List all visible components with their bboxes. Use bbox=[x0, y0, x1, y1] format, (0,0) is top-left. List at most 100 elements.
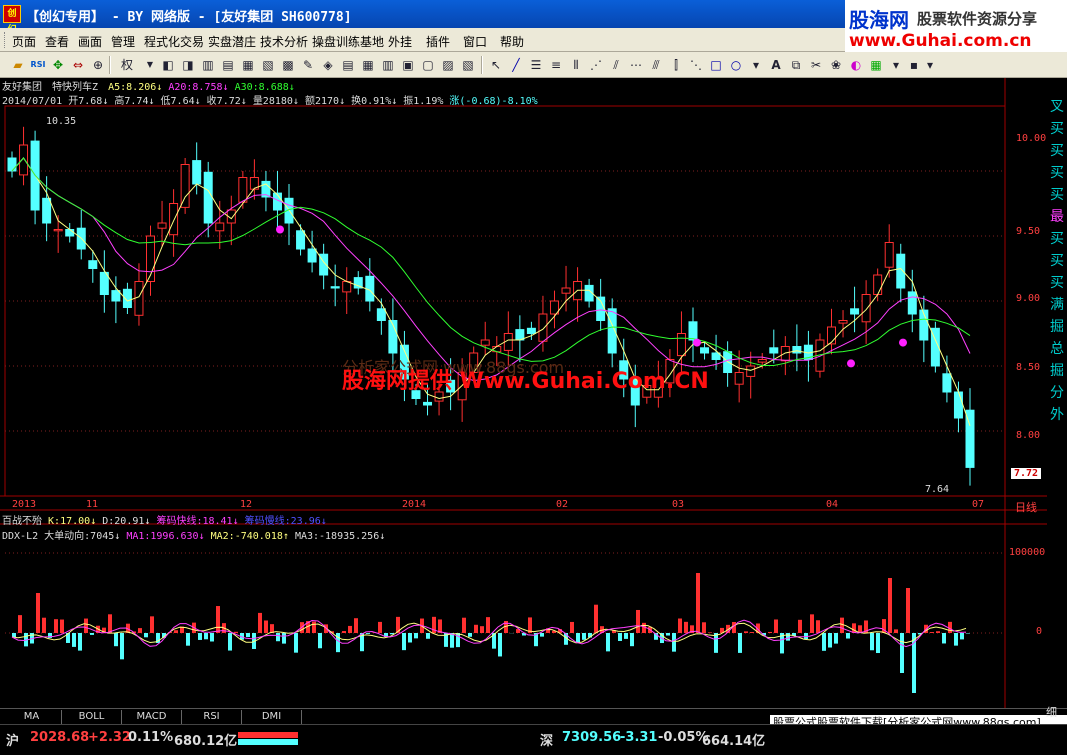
tab-macd[interactable]: MACD bbox=[122, 710, 182, 724]
menu-item-page[interactable]: 页面 bbox=[12, 33, 36, 50]
chevron-down-icon[interactable]: ▼ bbox=[140, 55, 160, 75]
cycle-icon[interactable]: ⫿ bbox=[666, 55, 686, 75]
brand-url[interactable]: www.Guhai.com.cn bbox=[849, 31, 1032, 51]
prev-icon[interactable]: ◧ bbox=[158, 55, 178, 75]
rect-icon[interactable]: □ bbox=[706, 55, 726, 75]
text-icon[interactable]: A bbox=[766, 55, 786, 75]
menu-item-help[interactable]: 帮助 bbox=[500, 33, 524, 50]
candle-body bbox=[192, 160, 202, 185]
candle-body bbox=[88, 260, 98, 269]
fib-icon[interactable]: ☰ bbox=[526, 55, 546, 75]
x-label: 07 bbox=[972, 499, 985, 510]
chart-icon[interactable]: ✎ bbox=[298, 55, 318, 75]
ddx-bar bbox=[498, 633, 502, 657]
quote-change: 涨(-0.68)-8.10% bbox=[449, 96, 538, 107]
menu-item-canvas[interactable]: 画面 bbox=[78, 33, 102, 50]
color-grid-icon[interactable]: ▦ bbox=[866, 55, 886, 75]
tab-ma[interactable]: MA bbox=[2, 710, 62, 724]
color-icon[interactable]: ◐ bbox=[846, 55, 866, 75]
picture-icon[interactable]: ▧ bbox=[458, 55, 478, 75]
menu-item-program-trading[interactable]: 程式化交易 bbox=[144, 33, 204, 50]
ddx-bar bbox=[42, 617, 46, 633]
layout1-icon[interactable]: ▥ bbox=[198, 55, 218, 75]
candle-body bbox=[746, 365, 756, 377]
menu-item-view[interactable]: 查看 bbox=[45, 33, 69, 50]
ddx-bar bbox=[576, 633, 580, 643]
next-icon[interactable]: ◨ bbox=[178, 55, 198, 75]
ddx-bar bbox=[828, 633, 832, 648]
y-tick: 8.50 bbox=[1016, 362, 1041, 373]
ddx-bar bbox=[378, 621, 382, 633]
channel-icon[interactable]: ⫽ bbox=[606, 55, 626, 75]
tab-boll[interactable]: BOLL bbox=[62, 710, 122, 724]
tile-icon[interactable]: ▢ bbox=[418, 55, 438, 75]
magic-icon[interactable]: ✂ bbox=[806, 55, 826, 75]
window-icon[interactable]: ▣ bbox=[398, 55, 418, 75]
layout4-icon[interactable]: ▧ bbox=[258, 55, 278, 75]
ddx-bar bbox=[606, 633, 610, 652]
watermark: 股海网提供 Www.Guhai.Com.CN bbox=[342, 369, 709, 394]
chevron-down-icon[interactable]: ▾ bbox=[886, 55, 906, 75]
sub1-name: 百战不殆 bbox=[2, 516, 42, 527]
candle-body bbox=[111, 290, 121, 302]
ddx-bar bbox=[354, 618, 358, 633]
grid-icon[interactable]: ▦ bbox=[358, 55, 378, 75]
menu-item-manage[interactable]: 管理 bbox=[111, 33, 135, 50]
ddx-bar bbox=[570, 621, 574, 633]
ddx-bar bbox=[702, 622, 706, 633]
cursor-icon[interactable]: ↖ bbox=[486, 55, 506, 75]
ddx-bar bbox=[18, 615, 22, 633]
trend-icon[interactable]: ⫻ bbox=[646, 55, 666, 75]
parallel-icon[interactable]: ⋯ bbox=[626, 55, 646, 75]
speed-icon[interactable]: ⋱ bbox=[686, 55, 706, 75]
ma20-line bbox=[11, 157, 971, 382]
list-icon[interactable]: ▥ bbox=[378, 55, 398, 75]
chevron-down-icon[interactable]: ▾ bbox=[746, 55, 766, 75]
folder-icon[interactable]: ▰ bbox=[8, 55, 28, 75]
copy-icon[interactable]: ⧉ bbox=[786, 55, 806, 75]
menu-item-plugin-ext[interactable]: 外挂 bbox=[388, 33, 412, 50]
ddx-bar bbox=[480, 626, 484, 633]
gann-icon[interactable]: ≡ bbox=[546, 55, 566, 75]
quote-low: 低7.64 bbox=[160, 96, 195, 107]
candle-body bbox=[734, 372, 744, 385]
brand-banner[interactable]: 股海网 股票软件资源分享 www.Guhai.com.cn bbox=[845, 0, 1067, 52]
magnet-icon[interactable]: ◈ bbox=[318, 55, 338, 75]
ddx-bar bbox=[90, 633, 94, 635]
ddx-bar bbox=[624, 633, 628, 639]
quote-close: 收7.72 bbox=[206, 96, 241, 107]
menu-item-hidden-dealer[interactable]: 实盘潜庄 bbox=[208, 33, 256, 50]
menu-item-window[interactable]: 窗口 bbox=[463, 33, 487, 50]
fan-icon[interactable]: ⋰ bbox=[586, 55, 606, 75]
tab-rsi[interactable]: RSI bbox=[182, 710, 242, 724]
palette-icon[interactable]: ❀ bbox=[826, 55, 846, 75]
table-icon[interactable]: ▤ bbox=[338, 55, 358, 75]
menu-item-training-base[interactable]: 操盘训练基地 bbox=[312, 33, 384, 50]
chevron-down-icon[interactable]: ▾ bbox=[920, 55, 940, 75]
ddx-bar bbox=[426, 633, 430, 639]
sub1-header: 百战不殆 K:17.00↓ D:20.91↓ 筹码快线:18.41↓ 筹码慢线:… bbox=[2, 516, 327, 527]
screen-icon[interactable]: ▨ bbox=[438, 55, 458, 75]
zoom-in-icon[interactable]: ⊕ bbox=[88, 55, 108, 75]
rsi-icon[interactable]: RSI bbox=[28, 55, 48, 75]
tab-dmi[interactable]: DMI bbox=[242, 710, 302, 724]
arrows-icon[interactable]: ✥ bbox=[48, 55, 68, 75]
ddx-bar bbox=[468, 633, 472, 637]
indicator-icon[interactable]: ▩ bbox=[278, 55, 298, 75]
menu-item-technical-analysis[interactable]: 技术分析 bbox=[260, 33, 308, 50]
line-icon[interactable]: ╱ bbox=[506, 55, 526, 75]
layout2-icon[interactable]: ▤ bbox=[218, 55, 238, 75]
pan-icon[interactable]: ⇔ bbox=[68, 55, 88, 75]
weight-dropdown[interactable]: 权 bbox=[114, 55, 140, 75]
vertical-lines-icon[interactable]: ⦀ bbox=[566, 55, 586, 75]
ddx-bar bbox=[966, 633, 970, 634]
menu-item-plugins[interactable]: 插件 bbox=[426, 33, 450, 50]
layout3-icon[interactable]: ▦ bbox=[238, 55, 258, 75]
sh-pct: 0.11% bbox=[128, 730, 174, 745]
ddx-bar bbox=[708, 632, 712, 633]
ellipse-icon[interactable]: ○ bbox=[726, 55, 746, 75]
period-label[interactable]: 日线 bbox=[1015, 499, 1037, 515]
ddx-bar bbox=[618, 633, 622, 641]
sz-change: -3.31 bbox=[620, 730, 658, 745]
candle-body bbox=[376, 308, 386, 322]
